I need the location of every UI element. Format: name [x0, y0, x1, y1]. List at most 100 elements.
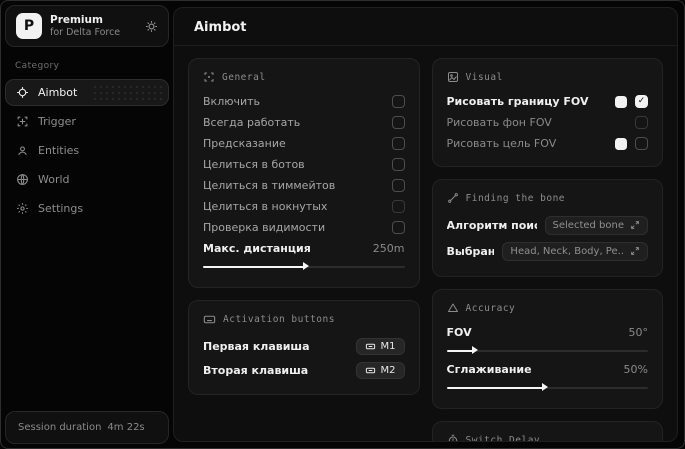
sidebar: P Premium for Delta Force Category Aimbo… — [1, 1, 173, 448]
slider-value: 250m — [372, 242, 405, 255]
gear-icon[interactable] — [145, 20, 158, 33]
color-swatch[interactable] — [615, 95, 627, 108]
bone-label: Выбранные кости — [446, 244, 495, 258]
visual-row: Рисовать цель FOV — [446, 133, 648, 154]
panel-title: Accuracy — [465, 302, 516, 314]
sidebar-item-trigger[interactable]: Trigger — [5, 108, 169, 135]
max-distance-slider[interactable] — [203, 261, 405, 271]
smoothing-slider[interactable] — [446, 382, 648, 392]
toggle-row: Предсказание — [203, 133, 405, 154]
toggle-label: Проверка видимости — [203, 221, 326, 234]
bone-icon — [447, 192, 459, 204]
toggle-label: Предсказание — [203, 137, 286, 150]
slider-row: FOV 50° — [447, 322, 649, 343]
bone-label: Алгоритм поиска костей — [446, 218, 537, 232]
switch-delay-panel: Switch Delay Задержка переключения Задер… — [431, 421, 663, 442]
toggle-row: Проверка видимости — [203, 217, 405, 238]
keybind-row: Первая клавиша M1 — [203, 334, 405, 358]
slider-fill[interactable] — [203, 262, 309, 270]
world-icon — [16, 173, 29, 186]
toggle-label: Включить — [203, 95, 261, 108]
toggle-row: Целиться в нокнутых — [203, 196, 405, 217]
slider-fill[interactable] — [446, 346, 478, 354]
keybind-label: Вторая клавиша — [203, 363, 309, 377]
session-value: 4m 22s — [107, 422, 145, 433]
checkbox[interactable] — [391, 95, 405, 108]
image-icon — [447, 71, 459, 83]
panel-title: Finding the bone — [465, 192, 566, 204]
settings-icon — [16, 202, 29, 215]
category-label: Category — [15, 61, 60, 71]
expand-icon — [630, 246, 640, 256]
keybind-key: M1 — [380, 340, 396, 352]
product-name: Premium — [50, 13, 103, 26]
toggle-label: Целиться в ботов — [203, 158, 305, 171]
checkbox[interactable] — [391, 137, 405, 150]
page-title: Aimbot — [194, 20, 247, 35]
toggle-row: Всегда работать — [203, 112, 405, 133]
panel-title: Activation buttons — [223, 314, 335, 325]
keybind-button-m2[interactable]: M2 — [355, 361, 405, 379]
keyboard-icon — [203, 313, 216, 326]
sidebar-item-label: World — [38, 173, 70, 186]
session-card: Session duration 4m 22s — [5, 411, 169, 444]
select-value: Head, Neck, Body, Pe.. — [510, 245, 624, 257]
visual-label: Рисовать цель FOV — [446, 137, 557, 150]
bone-panel: Finding the bone Алгоритм поиска костей … — [431, 179, 663, 277]
stopwatch-icon — [447, 434, 459, 441]
accuracy-panel: Accuracy FOV 50° Сглаживание 50% — [431, 289, 663, 409]
entities-icon — [16, 144, 29, 157]
selected-bones-select[interactable]: Head, Neck, Body, Pe.. — [502, 241, 648, 261]
visual-label: Рисовать границу FOV — [446, 95, 589, 108]
toggle-row: Включить — [203, 91, 405, 112]
select-value: Selected bone — [552, 219, 624, 231]
session-label: Session duration — [18, 422, 102, 433]
checkbox[interactable] — [391, 200, 405, 213]
checkbox[interactable] — [391, 116, 405, 129]
slider-label: Макс. дистанция — [203, 242, 311, 255]
bone-row: Алгоритм поиска костей Selected bone — [446, 212, 648, 238]
main-header: Aimbot — [174, 8, 677, 46]
visual-row: Рисовать границу FOV — [446, 91, 648, 112]
bone-row: Выбранные кости Head, Neck, Body, Pe.. — [446, 238, 648, 264]
fov-slider[interactable] — [446, 345, 648, 355]
triangle-icon — [447, 302, 459, 314]
checkbox[interactable] — [635, 95, 648, 108]
scan-icon — [203, 71, 215, 83]
checkbox[interactable] — [635, 137, 648, 150]
sidebar-item-aimbot[interactable]: Aimbot — [5, 79, 169, 106]
keybind-label: Первая клавиша — [203, 339, 310, 353]
sidebar-item-label: Aimbot — [38, 86, 78, 99]
keybind-button-m1[interactable]: M1 — [355, 337, 405, 355]
slider-row: Сглаживание 50% — [447, 359, 649, 380]
checkbox[interactable] — [635, 116, 648, 129]
sidebar-item-entities[interactable]: Entities — [5, 137, 169, 164]
bone-algorithm-select[interactable]: Selected bone — [544, 215, 648, 235]
sidebar-item-label: Entities — [38, 144, 80, 157]
checkbox[interactable] — [391, 221, 405, 234]
panel-title: Switch Delay — [465, 434, 541, 442]
slider-value: 50% — [623, 363, 648, 376]
checkbox[interactable] — [391, 158, 405, 171]
main-panel: Aimbot General Включить Всегда работать … — [173, 7, 678, 442]
sidebar-item-world[interactable]: World — [5, 166, 169, 193]
expand-icon — [630, 220, 640, 230]
dots-pattern — [92, 84, 162, 101]
sidebar-item-settings[interactable]: Settings — [5, 195, 169, 222]
visual-label: Рисовать фон FOV — [446, 116, 552, 129]
product-subtitle: for Delta Force — [50, 26, 121, 38]
sidebar-item-label: Trigger — [38, 115, 76, 128]
slider-label: Сглаживание — [446, 363, 532, 376]
crosshair-icon — [16, 86, 29, 99]
slider-fill[interactable] — [446, 383, 548, 391]
color-swatch[interactable] — [615, 137, 627, 150]
sidebar-nav: Aimbot Trigger Entities World Settings — [5, 79, 169, 222]
keycap-icon — [365, 341, 376, 352]
sidebar-item-label: Settings — [38, 202, 84, 215]
slider-label: FOV — [446, 326, 472, 339]
toggle-row: Целиться в тиммейтов — [203, 175, 405, 196]
toggle-row: Целиться в ботов — [203, 154, 405, 175]
checkbox[interactable] — [391, 179, 405, 192]
toggle-label: Целиться в тиммейтов — [203, 179, 336, 192]
activation-panel: Activation buttons Первая клавиша M1 Вто… — [188, 300, 420, 395]
